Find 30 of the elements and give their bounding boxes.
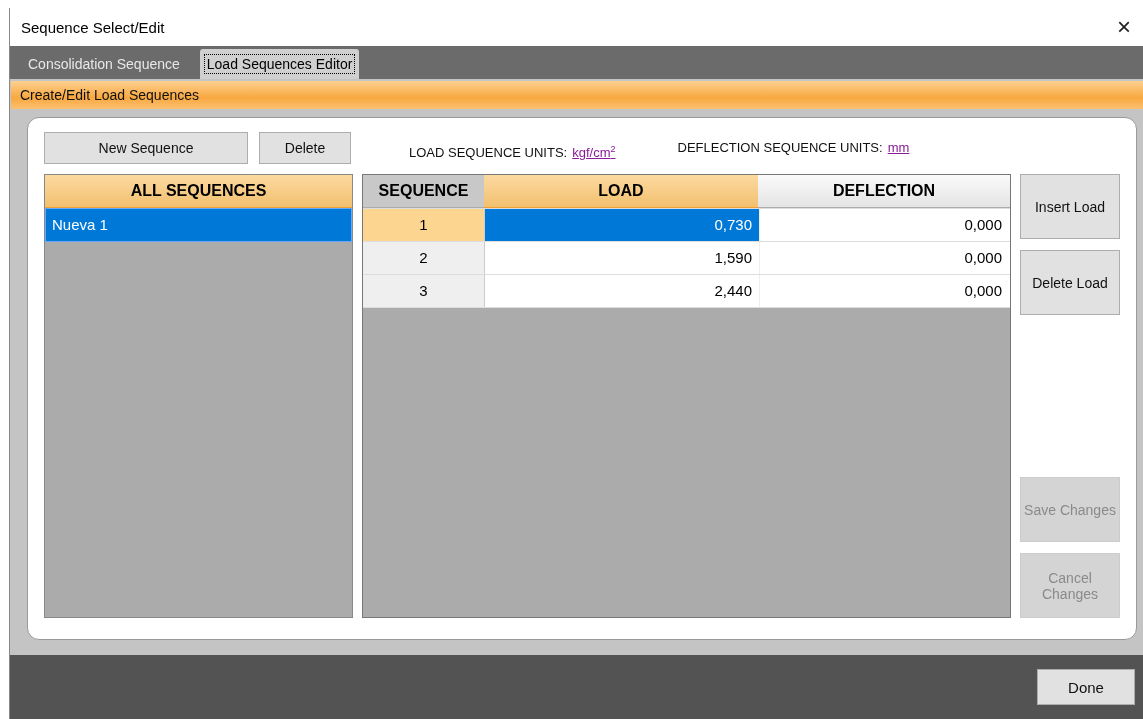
column-header[interactable]: SEQUENCE — [363, 175, 484, 207]
table-cell: 0,000 — [759, 209, 1010, 241]
column-header[interactable]: DEFLECTION — [758, 175, 1010, 207]
column-header[interactable]: LOAD — [484, 175, 758, 208]
units-label: LOAD SEQUENCE UNITS: — [409, 145, 568, 161]
table-cell: 0,000 — [759, 242, 1010, 274]
table-cell: 0,000 — [759, 275, 1010, 307]
list-item[interactable]: Nueva 1 — [45, 208, 352, 242]
row-header[interactable]: 3 — [363, 275, 485, 307]
column-header: ALL SEQUENCES — [45, 175, 352, 208]
action-button: Save Changes — [1020, 477, 1120, 542]
delete-button[interactable]: Delete — [259, 132, 351, 164]
tab[interactable]: Load Sequences Editor — [199, 49, 360, 79]
close-button[interactable]: × — [1104, 9, 1143, 45]
table-cell: 1,590 — [485, 242, 759, 274]
done-button[interactable]: Done — [1037, 669, 1135, 705]
section-header: Create/Edit Load Sequences — [11, 81, 1143, 109]
units-label: DEFLECTION SEQUENCE UNITS: — [677, 140, 883, 155]
action-button[interactable]: Insert Load — [1020, 174, 1120, 239]
new-sequence-button[interactable]: New Sequence — [44, 132, 248, 164]
action-button[interactable]: Delete Load — [1020, 250, 1120, 315]
tab[interactable]: Consolidation Sequence — [16, 49, 192, 79]
row-header[interactable]: 2 — [363, 242, 485, 274]
table-cell: 0,730 — [485, 209, 759, 241]
table-cell: 2,440 — [485, 275, 759, 307]
window-title: Sequence Select/Edit — [21, 18, 165, 36]
action-button: Cancel Changes — [1020, 553, 1120, 618]
row-header[interactable]: 1 — [363, 209, 485, 241]
units-link[interactable]: kgf/cm$^{2}$ — [572, 145, 616, 161]
units-link[interactable]: mm — [887, 140, 910, 155]
